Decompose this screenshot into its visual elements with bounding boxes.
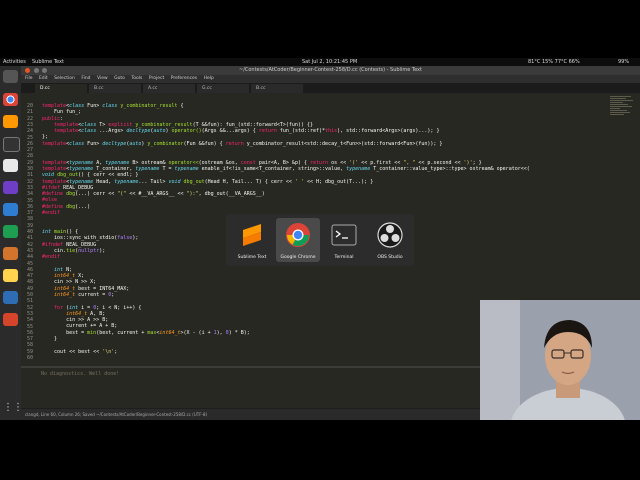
switcher-sublime-text[interactable]: Sublime Text xyxy=(230,218,274,262)
tab-b-cc-2[interactable]: B.cc xyxy=(251,84,303,93)
terminal-icon xyxy=(331,224,357,246)
switcher-terminal[interactable]: Terminal xyxy=(322,218,366,262)
chrome-icon xyxy=(286,223,310,247)
line-gutter: 20 21 22 23 24 25 26 27 28 29 30 31 32 33 34 35 36 37 38 39… xyxy=(21,93,35,403)
menu-tools[interactable]: Tools xyxy=(131,76,142,81)
menu-project[interactable]: Project xyxy=(149,76,164,81)
switcher-google-chrome[interactable]: Google Chrome xyxy=(276,218,320,262)
firefox-icon[interactable] xyxy=(3,70,18,83)
tab-g-cc[interactable]: G.cc xyxy=(197,84,249,93)
menu-view[interactable]: View xyxy=(97,76,108,81)
activities-button[interactable]: Activities xyxy=(3,58,26,66)
dock: ⋮⋮ xyxy=(0,66,23,420)
menu-help[interactable]: Help xyxy=(204,76,214,81)
letterbox-bottom xyxy=(0,420,640,480)
menu-edit[interactable]: Edit xyxy=(39,76,48,81)
obs-icon[interactable] xyxy=(3,181,18,194)
weather-indicator[interactable]: 81°C 15% 77°C 66% xyxy=(528,58,580,66)
close-icon[interactable] xyxy=(25,68,30,73)
minimize-icon[interactable] xyxy=(33,68,39,73)
menu-goto[interactable]: Goto xyxy=(114,76,125,81)
top-bar: Activities Sublime Text Sat Jul 2, 10:21… xyxy=(0,58,640,66)
settings-icon[interactable] xyxy=(3,313,18,326)
sublime-text-icon[interactable] xyxy=(3,115,18,128)
files-icon[interactable] xyxy=(3,159,18,172)
help-icon[interactable] xyxy=(3,291,18,304)
menu-preferences[interactable]: Preferences xyxy=(171,76,197,81)
battery-indicator[interactable]: 99% xyxy=(618,58,629,66)
app-grid-icon[interactable]: ⋮⋮ xyxy=(3,401,23,414)
window-title: ~/Contests/AtCoder/Beginner-Contest-258/… xyxy=(239,67,422,73)
chrome-icon[interactable] xyxy=(3,93,18,106)
menu-selection[interactable]: Selection xyxy=(54,76,75,81)
tab-d-cc[interactable]: D.cc xyxy=(35,84,87,93)
person-image xyxy=(480,300,640,420)
clock[interactable]: Sat Jul 2, 10:21:45 PM xyxy=(302,58,357,66)
software-center-icon[interactable] xyxy=(3,269,18,282)
menu-file[interactable]: File xyxy=(25,76,33,81)
app-switcher: Sublime Text Google Chrome Terminal OBS … xyxy=(226,214,414,266)
obs-icon xyxy=(377,222,403,248)
diagnostics-message: No diagnostics. Well done! xyxy=(41,371,120,377)
minimap[interactable] xyxy=(610,96,636,136)
tab-b-cc[interactable]: B.cc xyxy=(89,84,141,93)
tab-bar: D.cc B.cc A.cc G.cc B.cc xyxy=(21,83,640,93)
switcher-obs-studio[interactable]: OBS Studio xyxy=(368,218,412,262)
calc-icon[interactable] xyxy=(3,225,18,238)
menu-bar: File Edit Selection Find View Goto Tools… xyxy=(21,75,640,83)
sublime-text-icon xyxy=(243,224,261,246)
active-app-label[interactable]: Sublime Text xyxy=(32,58,64,66)
webcam-overlay xyxy=(480,300,640,420)
diagnostics-panel[interactable]: No diagnostics. Well done! xyxy=(21,366,480,408)
writer-icon[interactable] xyxy=(3,203,18,216)
line-number: 60 xyxy=(26,355,33,361)
window-titlebar: ~/Contests/AtCoder/Beginner-Contest-258/… xyxy=(21,66,640,75)
impress-icon[interactable] xyxy=(3,247,18,260)
maximize-icon[interactable] xyxy=(42,68,48,73)
status-text: clangd, Line 60, Column 26; Saved ~/Cont… xyxy=(25,412,208,417)
tab-a-cc[interactable]: A.cc xyxy=(143,84,195,93)
menu-find[interactable]: Find xyxy=(81,76,90,81)
terminal-icon[interactable] xyxy=(3,137,20,152)
